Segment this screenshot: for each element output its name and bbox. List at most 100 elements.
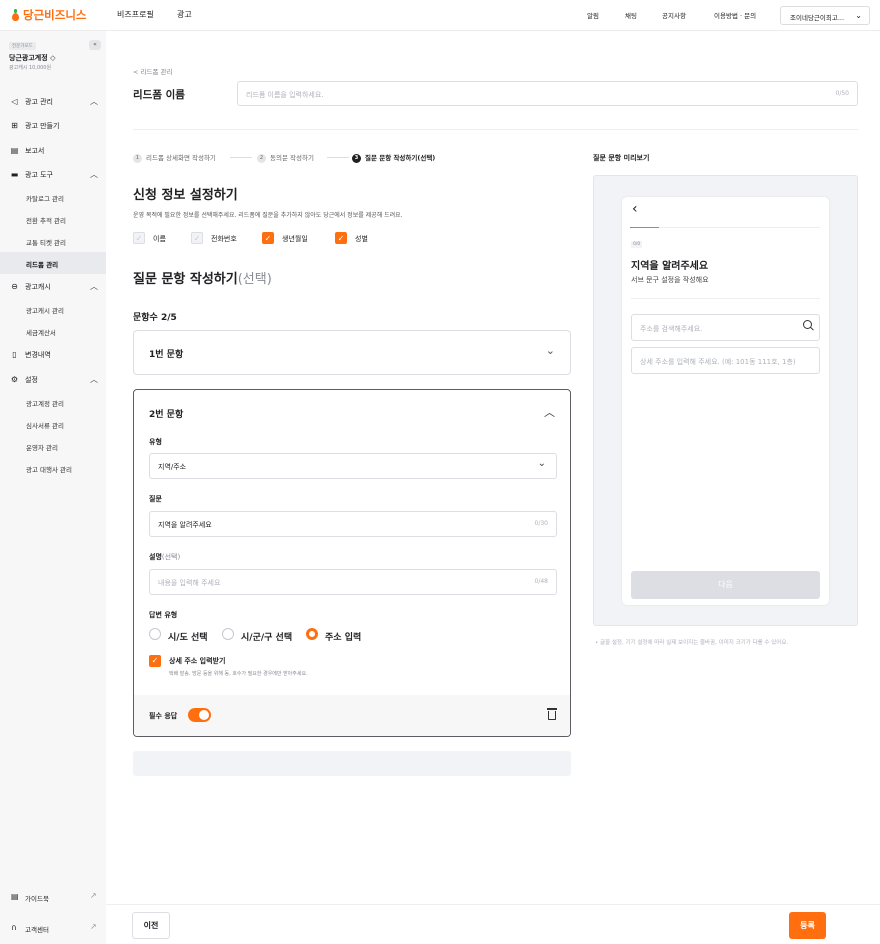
mode-badge: 전문가모드 — [9, 42, 36, 50]
sidebar-sub-agency[interactable]: 광고 대행사 관리 — [0, 457, 106, 479]
footer-bar: 이전 등록 — [106, 904, 880, 944]
step-2[interactable]: 2 동의문 작성하기 — [257, 152, 314, 163]
char-count: 0/30 — [534, 520, 548, 527]
sidebar-sub-label: 광고계정 관리 — [26, 400, 64, 408]
sidebar-sub-label: 세금계산서 — [26, 329, 56, 337]
breadcrumb[interactable]: < 리드폼 관리 — [133, 66, 172, 76]
sidebar-sub-label: 심사서류 관리 — [26, 422, 64, 430]
nav-ads[interactable]: 광고 — [177, 9, 192, 20]
divider — [133, 129, 858, 130]
report-icon: ▤ — [10, 146, 19, 155]
toolbox-icon: ▬ — [10, 170, 19, 179]
preview-panel: ‹ 0/0 지역을 알려주세요 서브 문구 설정을 작성해요 주소를 검색해주세… — [593, 175, 858, 626]
sidebar-item-history[interactable]: ▯ 변경내역 — [0, 344, 106, 366]
sidebar-sub-review-docs[interactable]: 심사서류 관리 — [0, 413, 106, 435]
sidebar-label: 광고 도구 — [25, 171, 53, 179]
sidebar-sub-label: 광고캐시 관리 — [26, 307, 64, 315]
coin-icon: ⊖ — [11, 282, 18, 291]
document-icon: ▯ — [12, 350, 17, 359]
step-number: 2 — [257, 153, 266, 163]
check-label: 전화번호 — [211, 235, 237, 243]
radio-label: 주소 입력 — [325, 633, 362, 643]
question-1-accordion[interactable]: 1번 문항 ⌄ — [133, 330, 571, 375]
check-label: 성별 — [355, 235, 368, 243]
sidebar-label: 설정 — [25, 376, 38, 384]
sidebar-item-ad-manage[interactable]: ◁ 광고 관리 ︿ — [0, 91, 106, 113]
headset-icon: ∩ — [11, 923, 17, 932]
check-icon: ✓ — [149, 655, 161, 667]
optional-label: (선택) — [237, 272, 272, 287]
sidebar-support[interactable]: ∩ 고객센터 ↗ — [0, 917, 106, 939]
progress-fill — [630, 227, 659, 228]
collapse-button[interactable]: « — [89, 40, 101, 50]
sidebar-sub-conversion[interactable]: 전환 추적 관리 — [0, 208, 106, 230]
sidebar-label: 보고서 — [25, 147, 45, 155]
sidebar-label: 변경내역 — [25, 351, 51, 359]
sidebar-sub-account-manage[interactable]: 광고계정 관리 — [0, 391, 106, 413]
desc-label-text: 설명 — [149, 553, 162, 561]
trash-icon[interactable] — [547, 708, 557, 720]
nav-alerts[interactable]: 알림 — [587, 10, 599, 20]
plus-square-icon: ⊞ — [11, 121, 18, 130]
radio-label: 시/군/구 선택 — [241, 633, 293, 643]
required-toggle[interactable] — [188, 708, 211, 722]
back-arrow-icon: ‹ — [632, 201, 638, 217]
preview-search-input: 주소를 검색해주세요. — [631, 314, 820, 341]
account-select[interactable]: 조이네당근이최고... ⌄ — [780, 6, 870, 25]
desc-input[interactable]: 내용을 입력해 주세요 0/48 — [149, 569, 557, 595]
main-content: < 리드폼 관리 리드폼 이름 리드폼 이름을 입력하세요. 0/50 1 리드폼 … — [106, 31, 880, 944]
sidebar-item-ad-create[interactable]: ⊞ 광고 만들기 — [0, 115, 106, 137]
preview-note: • 글꼴 설정, 기기 설정에 따라 실제 보이지는 줄바꿈, 이미지 크기가 … — [595, 640, 789, 646]
char-count: 0/48 — [534, 578, 548, 585]
top-bar: 당근비즈니스 비즈프로필 광고 알림 채팅 공지사항 이용방법 · 문의 조이네… — [0, 0, 880, 31]
nav-guide[interactable]: 이용방법 · 문의 — [714, 10, 756, 20]
question-input[interactable]: 지역을 알려주세요 0/30 — [149, 511, 557, 537]
preview-heading: 지역을 알려주세요 — [631, 261, 709, 272]
sidebar-label: 광고캐시 — [25, 283, 51, 291]
char-count: 0/50 — [835, 90, 849, 97]
register-button[interactable]: 등록 — [789, 912, 826, 939]
external-link-icon: ↗ — [90, 922, 97, 931]
sidebar-sub-catalog[interactable]: 카탈로그 관리 — [0, 186, 106, 208]
logo[interactable]: 당근비즈니스 — [11, 7, 86, 23]
sidebar-item-settings[interactable]: ⚙ 설정 ︿ — [0, 369, 106, 391]
check-label: 이름 — [153, 235, 166, 243]
logo-text: 당근비즈니스 — [23, 8, 87, 22]
sidebar-guidebook[interactable]: ▤ 가이드북 ↗ — [0, 886, 106, 908]
radio-circle — [149, 628, 161, 640]
nav-biz-profile[interactable]: 비즈프로필 — [117, 9, 154, 20]
chevron-up-icon: ︿ — [90, 282, 98, 291]
sidebar-item-ad-tools[interactable]: ▬ 광고 도구 ︿ — [0, 164, 106, 186]
sidebar-item-ad-cash[interactable]: ⊖ 광고캐시 ︿ — [0, 276, 106, 298]
external-link-icon: ↗ — [90, 891, 97, 900]
book-icon: ▤ — [11, 892, 19, 901]
ad-account-name[interactable]: 당근광고계정 ◇ — [9, 53, 55, 63]
radio-label: 시/도 선택 — [168, 633, 208, 643]
type-select[interactable]: 지역/주소 ⌄ — [149, 453, 557, 479]
nav-notice[interactable]: 공지사항 — [662, 10, 686, 20]
sidebar-item-report[interactable]: ▤ 보고서 — [0, 140, 106, 162]
sidebar-label: 가이드북 — [25, 895, 49, 903]
add-question-bar[interactable] — [133, 751, 571, 776]
sidebar-sub-label: 카탈로그 관리 — [26, 195, 64, 203]
detail-placeholder: 상세 주소를 입력해 주세요. (예: 101동 111호, 1층) — [640, 358, 796, 366]
form-name-input[interactable]: 리드폼 이름을 입력하세요. 0/50 — [237, 81, 858, 106]
check-icon: ✓ — [335, 232, 347, 244]
detail-address-check[interactable]: ✓ 상세 주소 입력받기 택배 발송, 방문 등을 위해 동, 호수가 필요한 경우… — [149, 655, 449, 683]
sidebar-sub-cash-manage[interactable]: 광고캐시 관리 — [0, 298, 106, 320]
sidebar-sub-operators[interactable]: 운영자 관리 — [0, 435, 106, 457]
chevron-up-icon: ︿ — [90, 170, 98, 179]
sidebar-sub-tax-invoice[interactable]: 세금계산서 — [0, 320, 106, 342]
sidebar-sub-label: 광고 대행사 관리 — [26, 466, 72, 474]
sidebar-sub-ticket[interactable]: 교통 티켓 관리 — [0, 230, 106, 252]
chevron-up-icon[interactable]: ︿ — [544, 404, 555, 420]
step-1[interactable]: 1 리드폼 상세화면 작성하기 — [133, 152, 216, 163]
step-3[interactable]: 3 질문 문항 작성하기(선택) — [352, 152, 435, 163]
nav-chat[interactable]: 채팅 — [625, 10, 637, 20]
step-label: 리드폼 상세화면 작성하기 — [146, 154, 216, 162]
prev-button[interactable]: 이전 — [132, 912, 170, 939]
carrot-icon — [11, 9, 20, 21]
sidebar-sub-label: 리드폼 관리 — [26, 261, 59, 269]
sidebar-sub-leadform[interactable]: 리드폼 관리 — [0, 252, 106, 274]
optional-label: (선택) — [161, 553, 181, 561]
